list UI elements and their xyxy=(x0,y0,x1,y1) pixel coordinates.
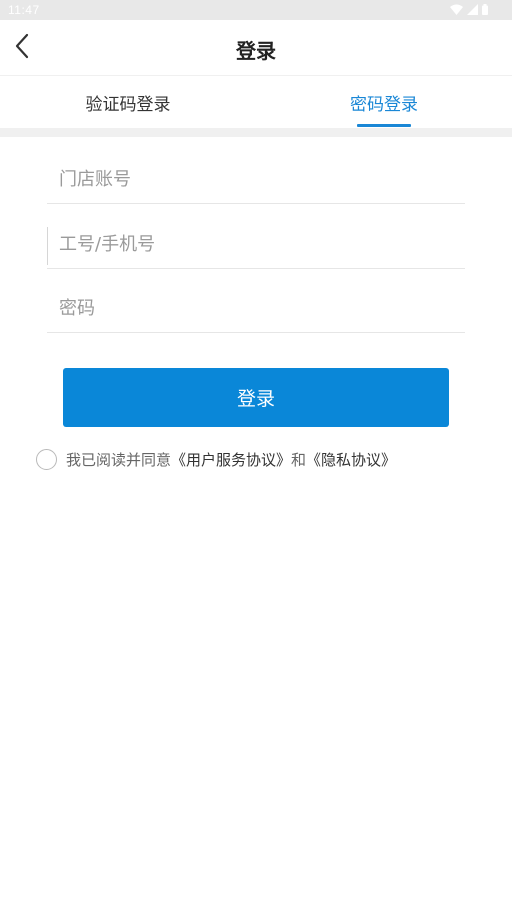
status-icons xyxy=(450,4,488,15)
page-title: 登录 xyxy=(236,39,276,63)
store-account-field xyxy=(47,156,465,204)
password-field xyxy=(47,285,465,333)
employee-phone-field xyxy=(47,221,465,269)
nav-bar: 登录 xyxy=(0,20,512,76)
status-time: 11:47 xyxy=(8,3,40,17)
battery-icon xyxy=(482,4,488,15)
wifi-icon xyxy=(450,4,463,15)
section-divider xyxy=(0,128,512,137)
tab-label: 密码登录 xyxy=(350,94,418,115)
login-tabs: 验证码登录 密码登录 xyxy=(0,76,512,128)
privacy-agreement-link[interactable]: 《隐私协议》 xyxy=(306,449,396,470)
text-cursor xyxy=(47,227,48,265)
agreement-prefix: 我已阅读并同意 xyxy=(66,450,172,469)
active-tab-indicator xyxy=(357,124,411,127)
status-bar: 11:47 xyxy=(0,0,512,20)
store-account-input[interactable] xyxy=(47,156,465,203)
tab-password-login[interactable]: 密码登录 xyxy=(256,76,512,128)
user-service-agreement-link[interactable]: 《用户服务协议》 xyxy=(171,449,291,470)
agreement-conjunction: 和 xyxy=(291,450,307,469)
employee-phone-input[interactable] xyxy=(47,221,465,268)
agreement-row: 我已阅读并同意 《用户服务协议》 和 《隐私协议》 xyxy=(36,448,396,470)
login-button[interactable]: 登录 xyxy=(63,368,449,427)
tab-label: 验证码登录 xyxy=(85,94,171,115)
tab-sms-code-login[interactable]: 验证码登录 xyxy=(0,76,256,128)
agreement-checkbox[interactable] xyxy=(36,448,57,470)
password-input[interactable] xyxy=(47,285,465,332)
signal-icon xyxy=(467,4,478,15)
